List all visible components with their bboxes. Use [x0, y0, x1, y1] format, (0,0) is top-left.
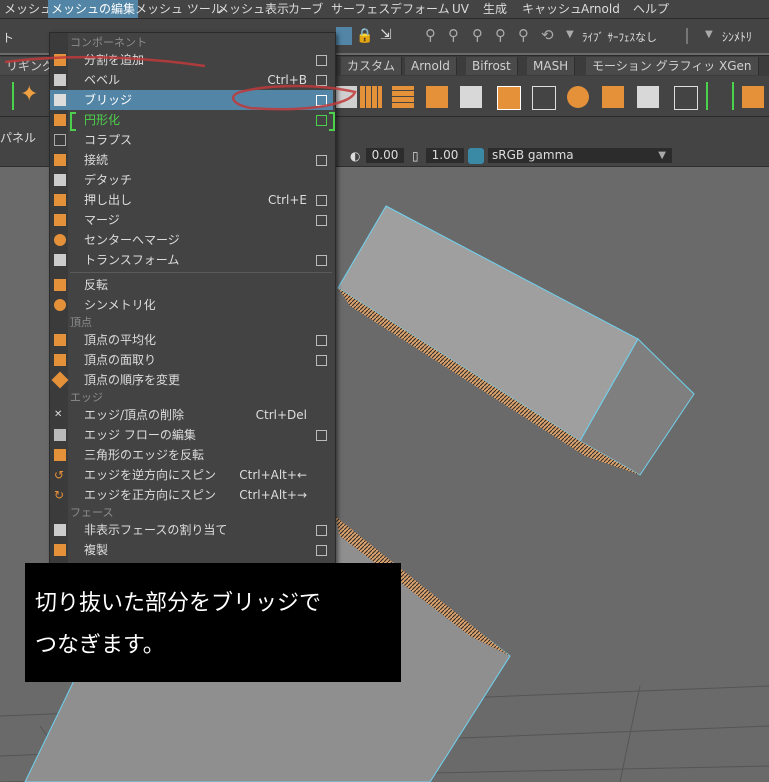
connect-icon — [54, 154, 66, 166]
menu-item-average-vertices[interactable]: 頂点の平均化 — [50, 330, 333, 350]
menu-item-edit-edge-flow[interactable]: エッジ フローの編集 — [50, 425, 333, 445]
menu-item-collapse[interactable]: コラプス — [50, 130, 333, 150]
collapse-icon — [54, 134, 66, 146]
option-box[interactable] — [316, 255, 327, 266]
section-vertex: 頂点 — [70, 316, 92, 329]
menu-item-detach[interactable]: デタッチ — [50, 170, 333, 190]
section-edge: エッジ — [70, 391, 103, 404]
option-box[interactable] — [316, 430, 327, 441]
merge-center-icon — [54, 234, 66, 246]
colorspace-dropdown[interactable]: sRGB gamma ▼ — [488, 148, 672, 163]
duplicate-icon — [54, 544, 66, 556]
spin-forward-icon: ↻ — [54, 488, 65, 502]
gamma-field[interactable]: 1.00 — [426, 148, 464, 163]
option-box[interactable] — [316, 195, 327, 206]
divider — [70, 272, 332, 273]
extrude-icon — [54, 194, 66, 206]
flip-icon — [54, 279, 66, 291]
menu-item-spin-edge-backward[interactable]: ↺ エッジを逆方向にスピン Ctrl+Alt+← — [50, 465, 333, 485]
option-box[interactable] — [316, 215, 327, 226]
caption-line-1: 切り抜いた部分をブリッジで — [35, 591, 322, 616]
symmetrize-icon — [54, 299, 66, 311]
chevron-down-icon: ▼ — [658, 150, 666, 161]
menu-item-reorder-vertices[interactable]: 頂点の順序を変更 — [50, 370, 333, 390]
option-box[interactable] — [316, 545, 327, 556]
delete-edge-icon: ✕ — [54, 409, 63, 420]
detach-icon — [54, 174, 66, 186]
caption-box: 切り抜いた部分をブリッジで つなぎます。 — [25, 563, 401, 682]
colorspace-value: sRGB gamma — [492, 148, 574, 162]
menu-item-connect[interactable]: 接続 — [50, 150, 333, 170]
menu-item-extrude[interactable]: 押し出し Ctrl+E — [50, 190, 333, 210]
menu-item-chamfer-vertices[interactable]: 頂点の面取り — [50, 350, 333, 370]
menu-item-duplicate[interactable]: 複製 — [50, 540, 333, 560]
reorder-vertices-icon — [51, 371, 69, 389]
average-vertices-icon — [54, 334, 66, 346]
section-face: フェース — [70, 506, 114, 519]
gamma-icon[interactable]: ▯ — [412, 149, 419, 163]
annotation-circle — [231, 84, 357, 111]
menu-item-symmetrize[interactable]: シンメトリ化 — [50, 295, 333, 315]
spin-backward-icon: ↺ — [54, 468, 65, 482]
menu-item-assign-invisible-faces[interactable]: 非表示フェースの割り当て — [50, 520, 333, 540]
menu-item-transform[interactable]: トランスフォーム — [50, 250, 333, 270]
option-box[interactable] — [316, 525, 327, 536]
exposure-icon[interactable]: ◐ — [350, 149, 360, 163]
annotation-underline — [4, 55, 206, 68]
invisible-faces-icon — [54, 524, 66, 536]
option-box[interactable] — [316, 355, 327, 366]
menu-item-flip[interactable]: 反転 — [50, 275, 333, 295]
menu-item-spin-edge-forward[interactable]: ↻ エッジを正方向にスピン Ctrl+Alt+→ — [50, 485, 333, 505]
chamfer-vertices-icon — [54, 354, 66, 366]
flip-triangle-icon — [54, 449, 66, 461]
annotation-strokes — [4, 55, 357, 111]
colorspace-toggle-icon[interactable] — [468, 148, 484, 164]
menu-item-merge[interactable]: マージ — [50, 210, 333, 230]
menu-item-merge-to-center[interactable]: センターへマージ — [50, 230, 333, 250]
menu-item-delete-edge-vertex[interactable]: ✕ エッジ/頂点の削除 Ctrl+Del — [50, 405, 333, 425]
merge-icon — [54, 214, 66, 226]
exposure-field[interactable]: 0.00 — [366, 148, 404, 163]
edge-flow-icon — [54, 429, 66, 441]
option-box[interactable] — [316, 155, 327, 166]
caption-line-2: つなぎます。 — [35, 633, 165, 658]
option-box[interactable] — [316, 335, 327, 346]
menu-item-flip-triangle-edge[interactable]: 三角形のエッジを反転 — [50, 445, 333, 465]
panel-label[interactable]: パネル — [0, 129, 36, 146]
transform-icon — [54, 254, 66, 266]
